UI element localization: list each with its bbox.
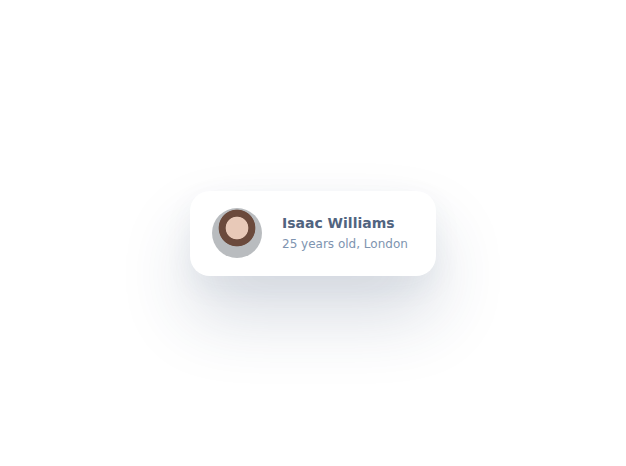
profile-info: Isaac Williams 25 years old, London <box>282 215 408 251</box>
profile-name: Isaac Williams <box>282 215 408 231</box>
profile-details: 25 years old, London <box>282 237 408 251</box>
avatar-photo <box>212 208 262 258</box>
profile-card: Isaac Williams 25 years old, London <box>190 191 436 276</box>
